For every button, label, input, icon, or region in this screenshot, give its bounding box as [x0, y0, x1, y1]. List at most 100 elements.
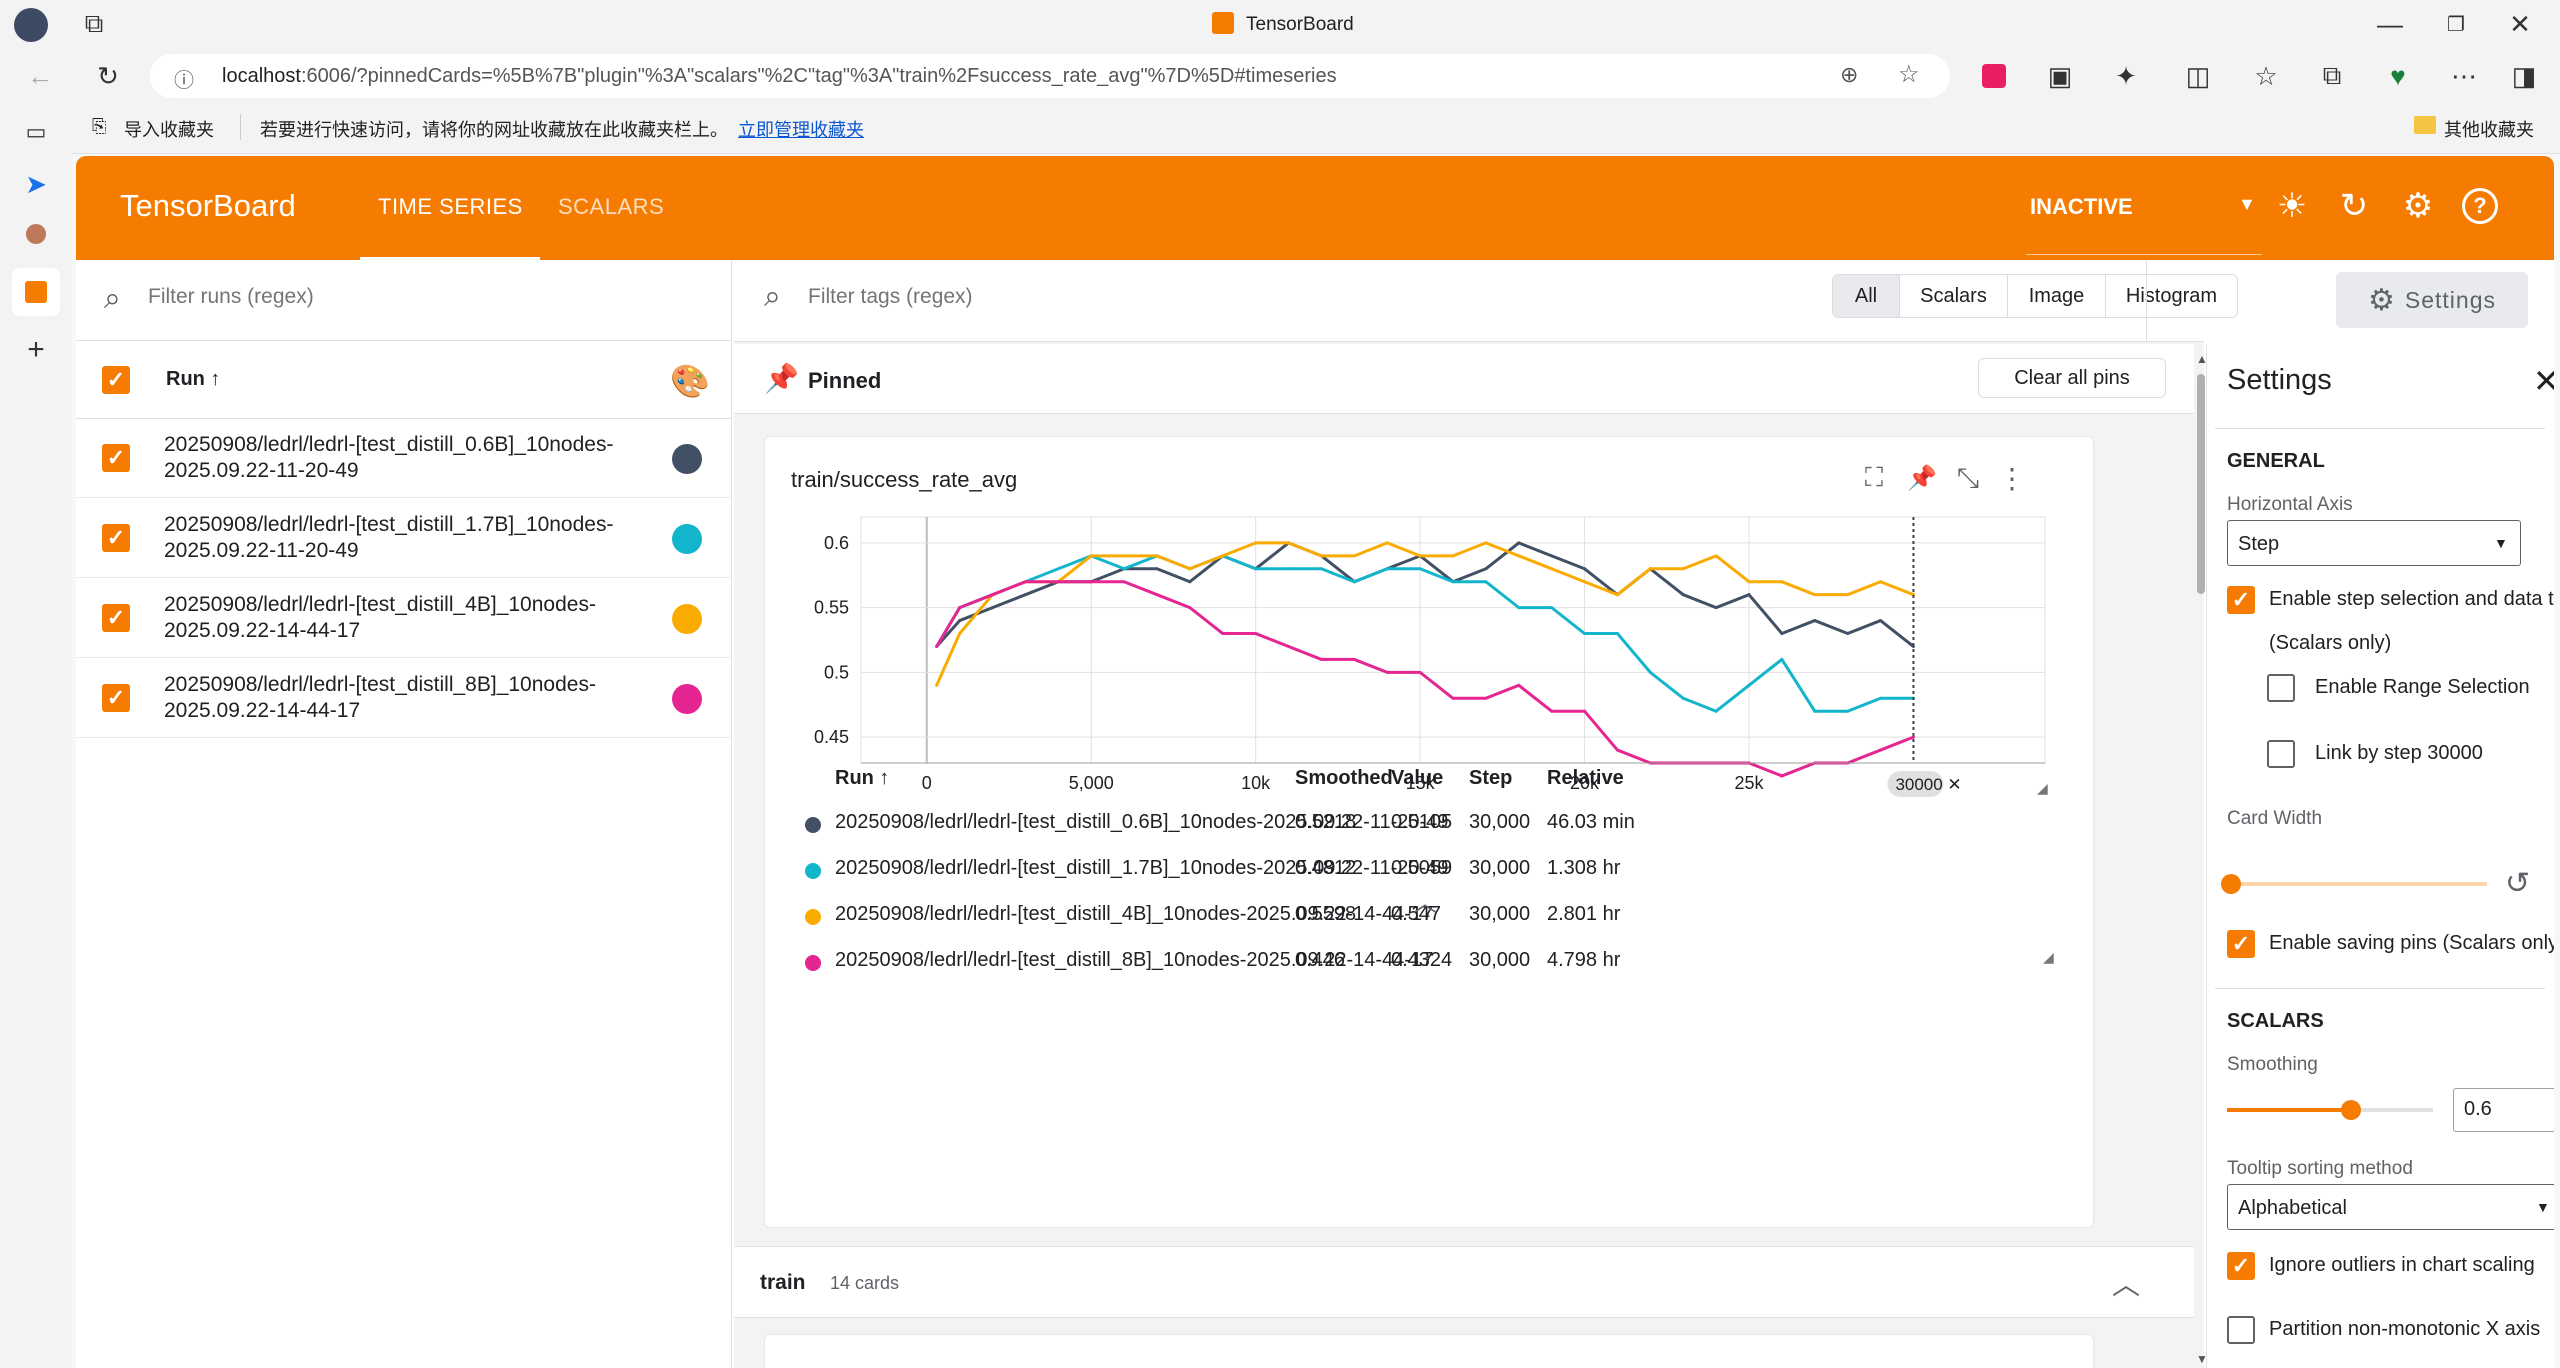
range-selection-checkbox[interactable]	[2267, 674, 2295, 702]
table-row[interactable]: 20250908/ledrl/ledrl-[test_distill_0.6B]…	[805, 803, 2065, 845]
run-checkbox[interactable]: ✓	[102, 604, 130, 632]
horizontal-axis-select[interactable]: Step ▼	[2227, 520, 2521, 566]
select-all-runs-checkbox[interactable]: ✓	[102, 366, 130, 394]
tab-scalars[interactable]: SCALARS	[558, 194, 664, 220]
app-avatar-icon[interactable]	[26, 224, 46, 244]
run-row[interactable]: ✓ 20250908/ledrl/ledrl-[test_distill_8B]…	[76, 660, 732, 738]
table-header-run[interactable]: Run ↑	[835, 767, 889, 790]
type-scalars-button[interactable]: Scalars	[1899, 275, 2007, 317]
refresh-icon[interactable]: ↻	[2334, 186, 2374, 226]
line-chart[interactable]: 0 5,000 10k 15k 20k 25k0.450.50.550.630000 ✕ ◢	[765, 507, 2095, 807]
clear-all-pins-button[interactable]: Clear all pins	[1978, 358, 2166, 398]
partition-checkbox[interactable]	[2227, 1316, 2255, 1344]
sidebar-toggle-icon[interactable]: ◨	[2504, 56, 2544, 96]
series-line[interactable]	[935, 554, 1914, 713]
table-header-step[interactable]: Step	[1469, 767, 1512, 790]
tensorboard-app-icon[interactable]	[12, 268, 60, 316]
run-row[interactable]: ✓ 20250908/ledrl/ledrl-[test_distill_1.7…	[76, 500, 732, 578]
favorite-star-icon[interactable]: ☆	[1898, 60, 1920, 89]
run-color-swatch[interactable]	[672, 604, 702, 634]
smoothing-input[interactable]: 0.6	[2453, 1088, 2554, 1132]
ignore-outliers-checkbox[interactable]: ✓	[2227, 1252, 2255, 1280]
manage-favorites-link[interactable]: 立即管理收藏夹	[738, 116, 864, 142]
type-image-button[interactable]: Image	[2007, 275, 2105, 317]
run-color-swatch[interactable]	[672, 684, 702, 714]
palette-icon[interactable]: 🎨	[670, 362, 710, 400]
chevron-up-icon[interactable]: ︿	[2112, 1263, 2140, 1303]
back-icon[interactable]: ←	[20, 56, 60, 96]
tab-time-series[interactable]: TIME SERIES	[378, 194, 523, 220]
extension-icon[interactable]: ▣	[2040, 56, 2080, 96]
browser-essentials-icon[interactable]: ♥	[2378, 56, 2418, 96]
zoom-icon[interactable]: ⊕	[1840, 62, 1858, 88]
translate-extension-icon[interactable]	[1982, 64, 2006, 88]
table-header-value[interactable]: Value	[1391, 767, 1443, 790]
profile-avatar[interactable]	[14, 8, 48, 42]
filter-tags-input[interactable]	[808, 274, 1608, 320]
puzzle-icon[interactable]: ✦	[2106, 56, 2146, 96]
filter-runs-input[interactable]	[148, 274, 708, 320]
other-favorites[interactable]: 其他收藏夹	[2444, 116, 2534, 142]
help-icon[interactable]: ?	[2462, 188, 2498, 224]
run-checkbox[interactable]: ✓	[102, 524, 130, 552]
chevron-up-icon[interactable]: ︿	[1405, 885, 1445, 917]
tensorboard-logo[interactable]: TensorBoard	[120, 188, 296, 224]
tooltip-sort-select[interactable]: Alphabetical ▼	[2227, 1184, 2554, 1230]
saving-pins-checkbox[interactable]: ✓	[2227, 930, 2255, 958]
enable-step-checkbox[interactable]: ✓	[2227, 586, 2255, 614]
settings-button[interactable]: ⚙ Settings	[2336, 272, 2528, 328]
restore-icon[interactable]: ❐	[2436, 4, 2476, 44]
resize-handle-icon[interactable]: ◢	[2037, 780, 2048, 796]
minimize-icon[interactable]: —	[2370, 4, 2410, 44]
refresh-icon[interactable]: ↻	[88, 56, 128, 96]
add-icon[interactable]: +	[16, 330, 56, 370]
data-point	[1352, 657, 1356, 661]
run-status-select[interactable]: INACTIVE	[2030, 194, 2133, 220]
tab-title[interactable]: TensorBoard	[1246, 14, 1354, 36]
reset-icon[interactable]: ↺	[2505, 866, 2530, 901]
chevron-down-icon[interactable]: ▼	[2238, 194, 2256, 215]
address-bar[interactable]: ⓘ localhost:6006/?pinnedCards=%5B%7B"plu…	[150, 54, 1950, 98]
series-line[interactable]	[935, 580, 1914, 778]
card-width-slider-track[interactable]	[2227, 882, 2487, 886]
settings-gear-icon[interactable]: ⚙	[2398, 186, 2438, 226]
table-header-relative[interactable]: Relative	[1547, 767, 1624, 790]
type-all-button[interactable]: All	[1833, 275, 1899, 317]
close-window-icon[interactable]: ✕	[2500, 4, 2540, 44]
import-favorites-icon[interactable]: ⎘	[92, 116, 106, 137]
run-row[interactable]: ✓ 20250908/ledrl/ledrl-[test_distill_0.6…	[76, 420, 732, 498]
type-histogram-button[interactable]: Histogram	[2105, 275, 2237, 317]
send-icon[interactable]: ➤	[16, 164, 56, 204]
collections-icon[interactable]: ⧉	[2312, 56, 2352, 96]
tab-actions-icon[interactable]: ⧉	[74, 4, 114, 44]
main-scrollbar[interactable]: ▲ ▼	[2196, 352, 2208, 1368]
run-column-header[interactable]: Run ↑	[166, 368, 220, 391]
table-header-smoothed[interactable]: Smoothed	[1295, 767, 1393, 790]
data-point	[958, 606, 962, 610]
site-info-icon[interactable]: ⓘ	[174, 64, 194, 93]
unpin-icon[interactable]: 📌	[1903, 459, 1941, 497]
tabs-icon[interactable]: ▭	[16, 112, 56, 152]
more-options-icon[interactable]: ⋮	[1997, 459, 2027, 497]
card-width-slider-thumb[interactable]	[2221, 874, 2241, 894]
favorites-icon[interactable]: ☆	[2246, 56, 2286, 96]
close-icon[interactable]: ✕	[2533, 362, 2554, 400]
run-color-swatch[interactable]	[672, 444, 702, 474]
table-row[interactable]: 20250908/ledrl/ledrl-[test_distill_8B]_1…	[805, 941, 2065, 983]
run-checkbox[interactable]: ✓	[102, 684, 130, 712]
browser-sidebar: ▭ ➤ +	[0, 102, 72, 1368]
group-header-train[interactable]: train 14 cards ︿	[734, 1246, 2194, 1318]
run-checkbox[interactable]: ✓	[102, 444, 130, 472]
smoothing-slider-thumb[interactable]	[2341, 1100, 2361, 1120]
more-menu-icon[interactable]: ⋯	[2444, 56, 2484, 96]
import-favorites-link[interactable]: 导入收藏夹	[124, 116, 214, 142]
collapse-card-icon[interactable]: ⤡	[1949, 459, 1987, 497]
favorites-bar: ⎘ 导入收藏夹 若要进行快速访问，请将你的网址收藏放在此收藏夹栏上。 立即管理收…	[0, 102, 2560, 154]
theme-sun-icon[interactable]: ☀	[2272, 186, 2312, 226]
run-row[interactable]: ✓ 20250908/ledrl/ledrl-[test_distill_4B]…	[76, 580, 732, 658]
split-screen-icon[interactable]: ◫	[2178, 56, 2218, 96]
run-color-swatch[interactable]	[672, 524, 702, 554]
resize-handle-icon[interactable]: ◢	[2043, 949, 2054, 966]
link-by-step-checkbox[interactable]	[2267, 740, 2295, 768]
fit-domain-icon[interactable]: ⛶	[1855, 459, 1893, 497]
